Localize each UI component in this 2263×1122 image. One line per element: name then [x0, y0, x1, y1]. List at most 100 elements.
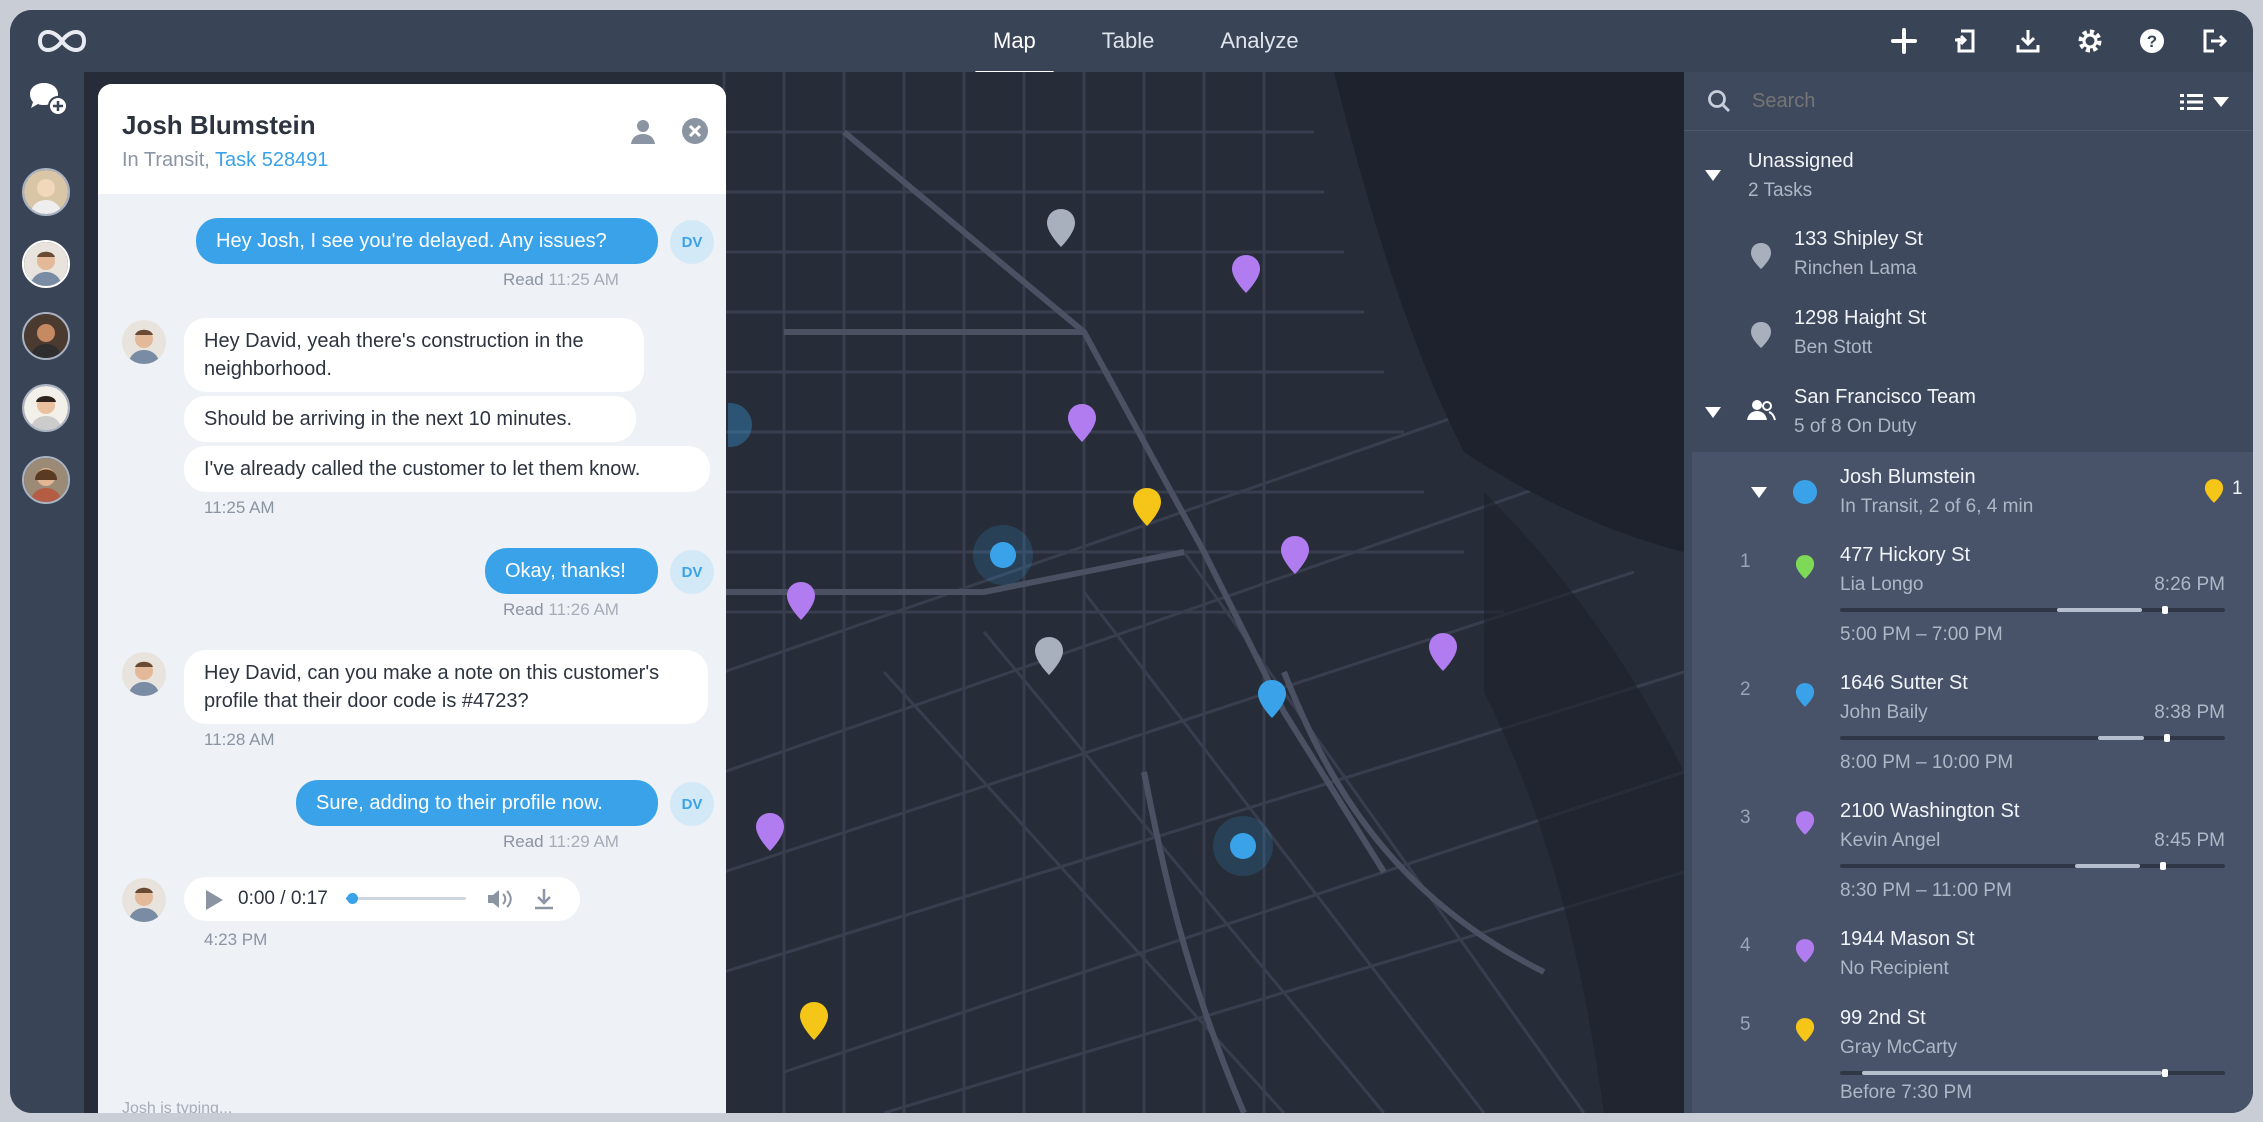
message-meta: Read 11:29 AM [503, 832, 619, 852]
task-person: Lia Longo [1840, 574, 1924, 595]
view-tabs: Map Table Analyze [975, 10, 1317, 74]
sender-avatar: DV [670, 220, 714, 264]
task-link[interactable]: Task 528491 [215, 149, 328, 171]
map-pin-purple-4[interactable] [785, 580, 817, 622]
volume-icon[interactable] [486, 888, 514, 910]
rail-avatar-4[interactable] [22, 384, 70, 432]
message-time: 11:26 AM [548, 600, 619, 619]
message-meta: Read 11:26 AM [503, 600, 619, 620]
tab-table[interactable]: Table [1084, 10, 1173, 72]
status-text: In Transit, [122, 149, 210, 171]
search-bar [1684, 72, 2253, 131]
task-number: 1 [1740, 551, 1751, 572]
download-icon[interactable] [532, 887, 556, 911]
typing-indicator: Josh is typing... [122, 1100, 233, 1113]
task-pin-icon [1751, 322, 1771, 348]
rail-avatar-2[interactable] [22, 240, 70, 288]
task-time-fill [2057, 608, 2142, 612]
driver-task-badge: 1 [2232, 478, 2243, 499]
message-time: 11:25 AM [204, 498, 275, 517]
search-icon [1708, 90, 1730, 112]
rail-avatar-1[interactable] [22, 168, 70, 216]
svg-text:?: ? [2147, 32, 2157, 51]
audio-scrubber[interactable] [347, 893, 358, 904]
task-time-fill [2075, 864, 2140, 868]
message-incoming: Hey David, yeah there's construction in … [184, 318, 644, 392]
task-address[interactable]: 1646 Sutter St [1840, 672, 1968, 695]
help-icon[interactable]: ? [2135, 24, 2169, 58]
new-chat-icon[interactable] [26, 80, 70, 118]
gear-icon[interactable] [2073, 24, 2107, 58]
task-address[interactable]: 477 Hickory St [1840, 544, 1970, 567]
task-pin-icon [1795, 811, 1815, 835]
map-pin-yellow-1[interactable] [1131, 486, 1163, 528]
logout-icon[interactable] [2197, 24, 2231, 58]
collapse-caret-icon[interactable] [1704, 405, 1722, 419]
driver-marker-3[interactable] [728, 400, 758, 450]
rail-avatar-3[interactable] [22, 312, 70, 360]
plus-icon[interactable] [1887, 24, 1921, 58]
driver-section: Josh Blumstein In Transit, 2 of 6, 4 min… [1692, 452, 2253, 1113]
task-window: 8:00 PM – 10:00 PM [1840, 752, 2014, 773]
task-person: Rinchen Lama [1794, 258, 1917, 279]
driver-marker-2[interactable] [1210, 813, 1276, 879]
message-meta: Read 11:25 AM [503, 270, 619, 290]
task-pin-icon [1795, 683, 1815, 707]
message-time: 11:28 AM [204, 730, 275, 749]
tab-analyze[interactable]: Analyze [1202, 10, 1316, 72]
task-person: Kevin Angel [1840, 830, 1941, 851]
search-input[interactable] [1750, 89, 2134, 114]
profile-icon[interactable] [626, 114, 660, 148]
task-pin-icon [1795, 939, 1815, 963]
task-time-marker [2164, 734, 2170, 742]
map-pin-blue-1[interactable] [1256, 678, 1288, 720]
app-window: Map Table Analyze ? Josh Blumstein In Tr… [10, 10, 2253, 1113]
import-icon[interactable] [1949, 24, 1983, 58]
chat-contact-name: Josh Blumstein [122, 110, 316, 140]
toolbar-icons: ? [1887, 24, 2231, 58]
task-address[interactable]: 99 2nd St [1840, 1007, 1926, 1030]
download-icon[interactable] [2011, 24, 2045, 58]
task-address[interactable]: 1944 Mason St [1840, 928, 1975, 951]
chat-panel: Josh Blumstein In Transit, Task 528491 H… [98, 84, 726, 1113]
task-time-bar [1840, 606, 2225, 614]
task-time-marker [2162, 606, 2168, 614]
message-outgoing: Hey Josh, I see you're delayed. Any issu… [196, 218, 658, 264]
list-view-dropdown-icon[interactable] [2180, 92, 2236, 112]
message-incoming: Hey David, can you make a note on this c… [184, 650, 708, 724]
map-pin-gray-1[interactable] [1045, 207, 1077, 249]
audio-progress-track[interactable] [346, 893, 466, 904]
rail-avatar-5[interactable] [22, 456, 70, 504]
group-title[interactable]: Unassigned [1748, 150, 1854, 173]
sender-avatar: DV [670, 550, 714, 594]
task-time-marker [2160, 862, 2166, 870]
driver-marker-1[interactable] [970, 522, 1036, 588]
driver-name[interactable]: Josh Blumstein [1840, 466, 1976, 489]
task-address[interactable]: 1298 Haight St [1794, 307, 1926, 330]
map-pin-purple-1[interactable] [1230, 253, 1262, 295]
map-pin-purple-6[interactable] [754, 811, 786, 853]
logo-icon [37, 30, 87, 52]
read-label: Read [503, 600, 544, 619]
map-pin-purple-5[interactable] [1427, 631, 1459, 673]
collapse-caret-icon[interactable] [1704, 168, 1722, 182]
team-title[interactable]: San Francisco Team [1794, 386, 1976, 409]
map-pin-yellow-2[interactable] [798, 1000, 830, 1042]
task-person: No Recipient [1840, 958, 1949, 979]
map-pin-purple-2[interactable] [1066, 402, 1098, 444]
close-icon[interactable] [678, 114, 712, 148]
task-person: Ben Stott [1794, 337, 1873, 358]
collapse-caret-icon[interactable] [1750, 485, 1768, 499]
task-eta: 8:45 PM [2154, 830, 2225, 851]
tab-map[interactable]: Map [975, 10, 1054, 74]
task-address[interactable]: 133 Shipley St [1794, 228, 1923, 251]
task-time-bar [1840, 862, 2225, 870]
contact-avatar [122, 652, 166, 696]
play-icon[interactable] [204, 889, 224, 911]
map-pin-gray-2[interactable] [1033, 635, 1065, 677]
sender-avatar: DV [670, 782, 714, 826]
map-pin-purple-3[interactable] [1279, 534, 1311, 576]
driver-task-pin-icon [2204, 479, 2224, 503]
contact-avatar [122, 878, 166, 922]
task-address[interactable]: 2100 Washington St [1840, 800, 2019, 823]
